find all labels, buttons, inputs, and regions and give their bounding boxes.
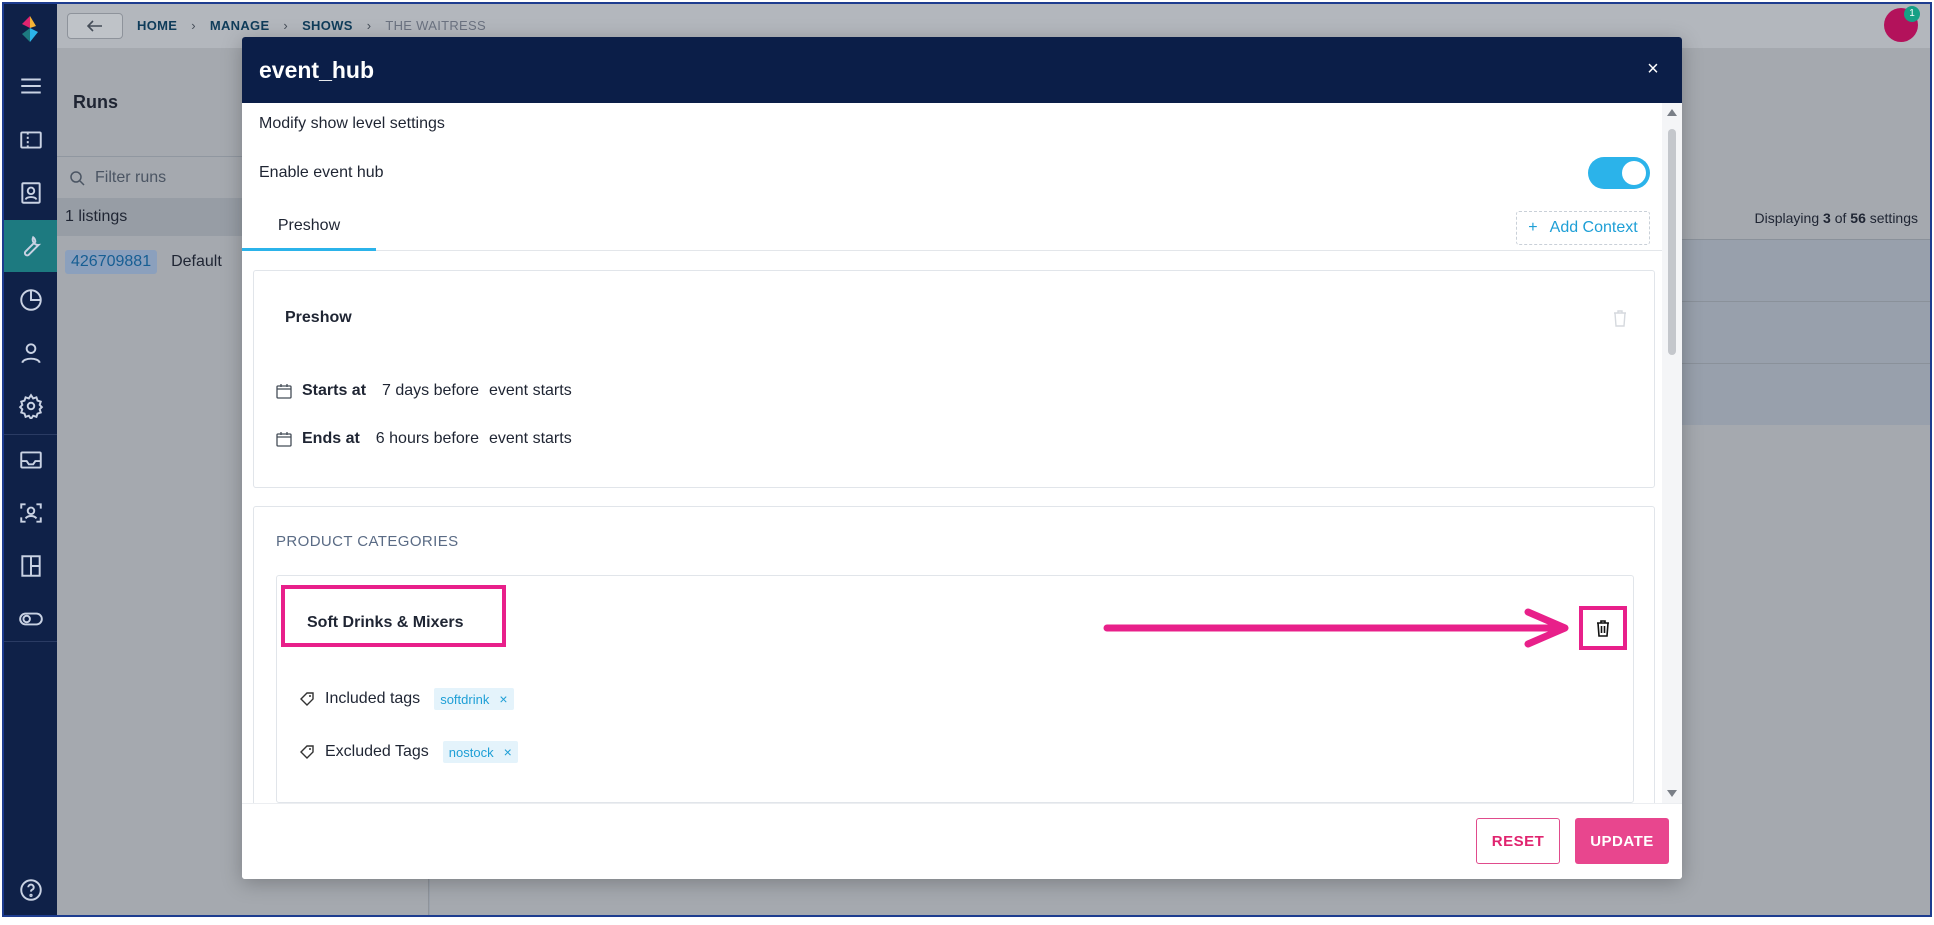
trash-icon	[1597, 620, 1609, 637]
modal-subtitle: Modify show level settings	[259, 115, 445, 132]
close-icon[interactable]: ×	[499, 691, 507, 707]
context-title: Preshow	[285, 309, 352, 326]
breadcrumb: HOME › MANAGE › SHOWS › THE WAITRESS	[137, 18, 486, 33]
modal-title: event_hub	[259, 56, 375, 83]
excluded-tags-row: Excluded Tags nostock ×	[299, 741, 518, 763]
add-context-button[interactable]: + Add Context	[1516, 211, 1650, 245]
runs-title: Runs	[73, 92, 118, 112]
plus-icon: +	[1528, 219, 1538, 236]
calendar-icon	[276, 432, 292, 447]
category-name: Soft Drinks & Mixers	[307, 614, 464, 631]
layout-icon[interactable]	[4, 540, 57, 592]
modal-footer: RESET UPDATE	[242, 803, 1682, 879]
back-button[interactable]	[67, 13, 123, 39]
app-logo-icon	[22, 16, 38, 42]
tag-chip[interactable]: softdrink ×	[434, 688, 514, 710]
modal-scrollbar[interactable]	[1662, 103, 1682, 803]
notifications-button[interactable]: 1	[1884, 6, 1920, 42]
included-tags-row: Included tags softdrink ×	[299, 688, 514, 710]
modal-header: event_hub ×	[242, 37, 1682, 103]
wrench-icon[interactable]	[4, 220, 57, 272]
tag-icon	[300, 692, 314, 706]
scroll-down-icon[interactable]	[1667, 790, 1677, 797]
toggle-knob	[1622, 161, 1646, 185]
nav-rail	[4, 4, 57, 915]
enable-event-hub-toggle[interactable]	[1588, 157, 1650, 189]
starts-at-event[interactable]: event starts	[489, 382, 572, 400]
included-tags-label: Included tags	[325, 690, 421, 707]
starts-at-value[interactable]: 7 days before	[382, 382, 479, 400]
ticket-icon[interactable]	[4, 114, 57, 166]
help-icon[interactable]	[4, 864, 57, 915]
scrollbar-thumb[interactable]	[1668, 129, 1676, 355]
scroll-up-icon[interactable]	[1667, 109, 1677, 116]
event-hub-modal: event_hub × Modify show level settings E…	[242, 37, 1682, 879]
ends-at-row: Ends at 6 hours before event starts	[276, 430, 572, 448]
product-categories-heading: PRODUCT CATEGORIES	[276, 533, 459, 550]
toggle-icon[interactable]	[4, 593, 57, 645]
calendar-icon	[276, 384, 292, 399]
ends-at-value[interactable]: 6 hours before	[376, 430, 479, 448]
category-card: Soft Drinks & Mixers Included tags softd…	[276, 575, 1634, 803]
run-id[interactable]: 426709881	[65, 250, 158, 274]
add-context-label: Add Context	[1549, 219, 1638, 236]
trash-icon[interactable]	[1612, 309, 1628, 327]
context-tabs: Preshow + Add Context	[242, 203, 1662, 251]
breadcrumb-home[interactable]: HOME	[137, 18, 177, 33]
product-categories-card: PRODUCT CATEGORIES Soft Drinks & Mixers …	[253, 506, 1655, 803]
close-icon[interactable]: ×	[1642, 58, 1664, 80]
gear-icon[interactable]	[4, 380, 57, 432]
run-name: Default	[171, 253, 222, 270]
inbox-icon[interactable]	[4, 434, 57, 486]
menu-icon[interactable]	[4, 60, 57, 112]
breadcrumb-manage[interactable]: MANAGE	[210, 18, 270, 33]
displaying-count: Displaying 3 of 56 settings	[1754, 210, 1918, 226]
user-icon[interactable]	[4, 327, 57, 379]
notification-count-badge: 1	[1904, 6, 1920, 22]
tag-chip-label: nostock	[448, 744, 494, 760]
pie-chart-icon[interactable]	[4, 274, 57, 326]
breadcrumb-shows[interactable]: SHOWS	[302, 18, 353, 33]
face-scan-icon[interactable]	[4, 487, 57, 539]
tab-preshow[interactable]: Preshow	[242, 203, 376, 251]
breadcrumb-current: THE WAITRESS	[385, 18, 486, 33]
rail-divider	[4, 641, 57, 642]
tag-chip[interactable]: nostock ×	[442, 741, 518, 763]
excluded-tags-label: Excluded Tags	[325, 743, 429, 760]
update-button[interactable]: UPDATE	[1575, 818, 1669, 864]
filter-runs-placeholder: Filter runs	[95, 168, 167, 186]
annotation-arrow-icon	[1103, 608, 1569, 648]
arrow-left-icon	[87, 20, 102, 32]
chevron-right-icon: ›	[191, 18, 196, 33]
ends-at-label: Ends at	[302, 430, 360, 447]
tag-chip-label: softdrink	[440, 691, 490, 707]
reset-button[interactable]: RESET	[1476, 818, 1560, 864]
ends-at-event[interactable]: event starts	[489, 430, 572, 448]
search-icon	[70, 170, 85, 186]
starts-at-row: Starts at 7 days before event starts	[276, 382, 572, 400]
delete-category-button[interactable]	[1579, 606, 1627, 650]
enable-event-hub-label: Enable event hub	[259, 164, 384, 181]
preshow-context-card: Preshow Starts at 7 days before event st…	[253, 270, 1655, 488]
chevron-right-icon: ›	[283, 18, 289, 33]
chevron-right-icon: ›	[366, 18, 372, 33]
modal-body: Modify show level settings Enable event …	[242, 103, 1662, 803]
contact-card-icon[interactable]	[4, 167, 57, 219]
tag-icon	[300, 745, 314, 759]
close-icon[interactable]: ×	[504, 744, 512, 760]
list-item[interactable]: 426709881 Default	[65, 250, 222, 274]
starts-at-label: Starts at	[302, 382, 367, 399]
